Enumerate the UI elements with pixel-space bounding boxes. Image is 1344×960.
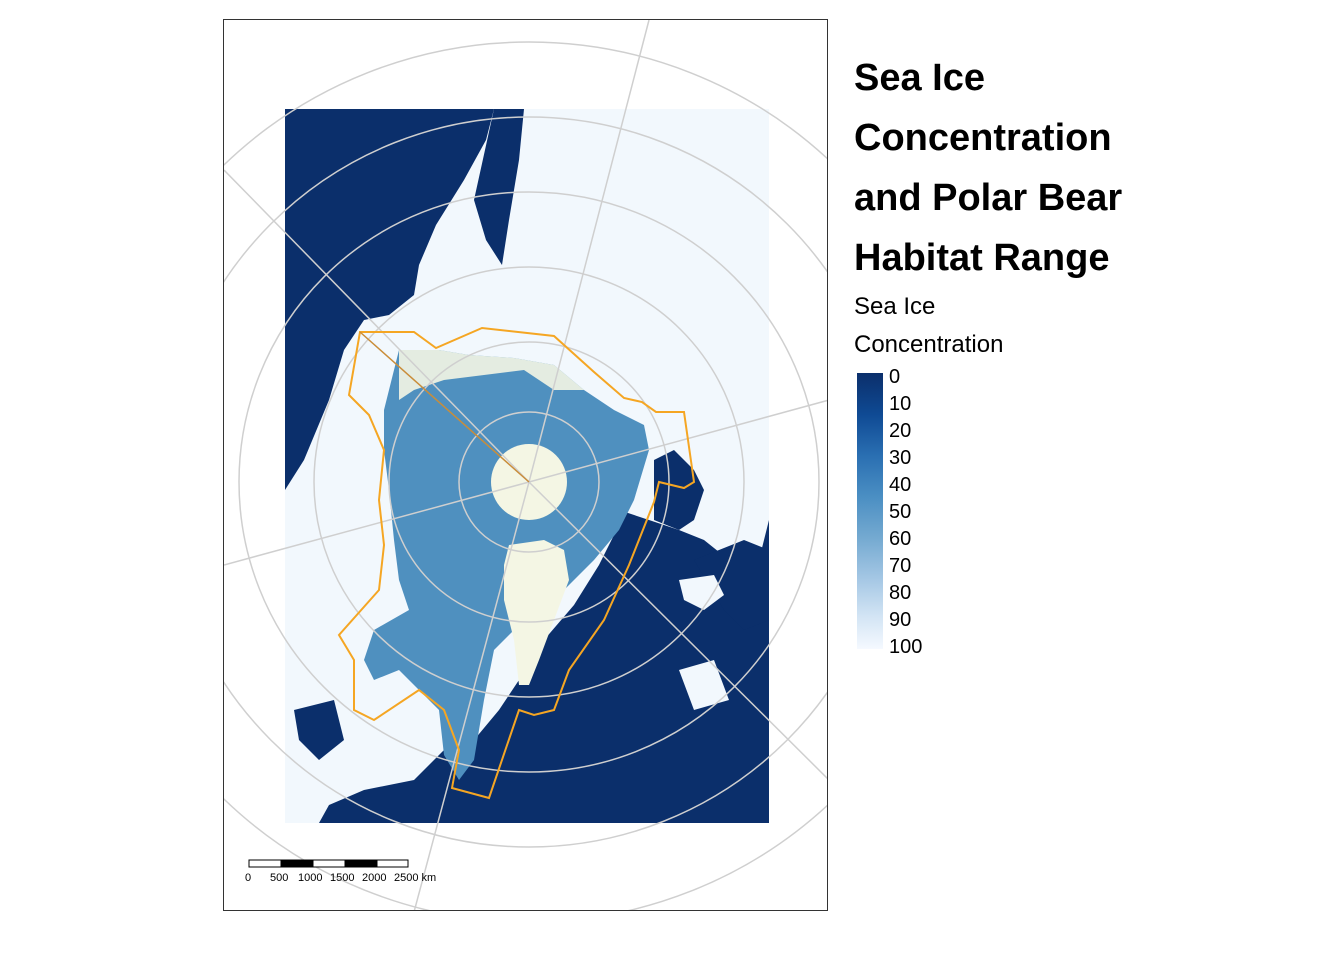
scale-label-500: 500 bbox=[270, 872, 289, 884]
legend-title-line-4: Habitat Range bbox=[854, 237, 1110, 279]
colorbar bbox=[857, 373, 883, 649]
scale-label-2000: 2000 bbox=[362, 872, 387, 884]
colorbar-tick-90: 90 bbox=[889, 609, 912, 631]
colorbar-tick-10: 10 bbox=[889, 393, 912, 415]
colorbar-tick-50: 50 bbox=[889, 501, 912, 523]
scale-bar bbox=[248, 859, 409, 868]
colorbar-tick-70: 70 bbox=[889, 555, 912, 577]
colorbar-tick-0: 0 bbox=[889, 366, 901, 388]
scale-label-0: 0 bbox=[245, 872, 252, 884]
legend-title-line-1: Sea Ice bbox=[854, 57, 985, 99]
colorbar-tick-100: 100 bbox=[889, 636, 923, 658]
legend-subtitle-line-2: Concentration bbox=[854, 331, 1004, 358]
colorbar-tick-20: 20 bbox=[889, 420, 912, 442]
scale-label-1500: 1500 bbox=[330, 872, 355, 884]
map-panel bbox=[223, 19, 828, 911]
legend-subtitle-line-1: Sea Ice bbox=[854, 293, 936, 320]
colorbar-tick-80: 80 bbox=[889, 582, 912, 604]
legend: Sea Ice Concentration and Polar Bear Hab… bbox=[854, 48, 1274, 364]
scale-label-2500: 2500 km bbox=[394, 872, 437, 884]
scale-label-1000: 1000 bbox=[298, 872, 323, 884]
colorbar-tick-30: 30 bbox=[889, 447, 912, 469]
colorbar-tick-40: 40 bbox=[889, 474, 912, 496]
legend-title-line-3: and Polar Bear bbox=[854, 177, 1123, 219]
legend-title-line-2: Concentration bbox=[854, 117, 1112, 159]
polar-map bbox=[224, 20, 827, 910]
colorbar-tick-60: 60 bbox=[889, 528, 912, 550]
